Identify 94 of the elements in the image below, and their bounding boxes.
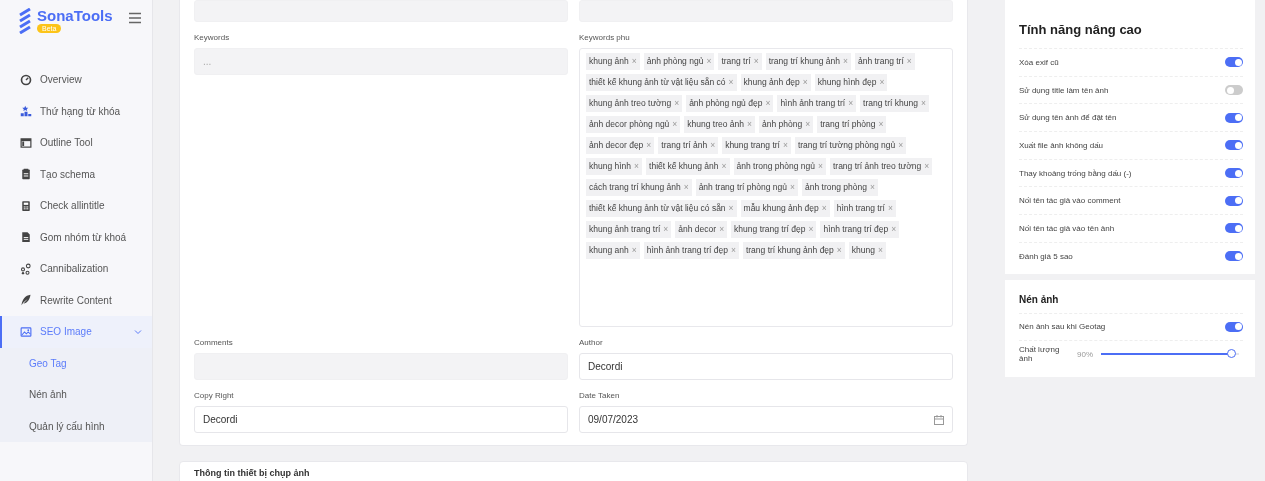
toggle-switch[interactable] <box>1225 195 1243 206</box>
window-icon <box>20 136 32 149</box>
keyword-tag[interactable]: khung trang trí × <box>722 137 791 154</box>
nav-item[interactable]: Overview <box>0 64 152 96</box>
keyword-tag[interactable]: khung trang trí đẹp × <box>731 221 817 238</box>
field-label: Author <box>579 338 604 348</box>
keyword-tag[interactable]: hình ảnh trang trí đẹp × <box>643 242 739 259</box>
nav-item[interactable]: Cannibalization <box>0 253 152 285</box>
field-label: Comments <box>194 338 234 348</box>
nodes-icon <box>20 262 32 275</box>
keyword-tag[interactable]: trang trí ảnh treo tường × <box>829 158 933 175</box>
calculator-icon <box>20 199 32 212</box>
nav-item[interactable]: Outline Tool <box>0 127 152 159</box>
keyword-tag[interactable]: ảnh phòng ngủ đẹp × <box>686 95 774 112</box>
toggle-switch[interactable] <box>1225 140 1243 151</box>
keyword-tag[interactable]: thiết kế khung ảnh × <box>646 158 730 175</box>
keyword-tag[interactable]: thiết kế khung ảnh từ vật liệu có sẵn × <box>586 200 737 217</box>
nav-item[interactable]: Gom nhóm từ khoá <box>0 221 152 253</box>
panel-title: Nén ảnh <box>1019 279 1243 314</box>
keyword-tag[interactable]: khung ảnh trang trí × <box>586 221 672 238</box>
keyword-tag[interactable]: khung treo ảnh × <box>684 116 755 133</box>
toggle-switch[interactable] <box>1225 57 1243 68</box>
setting-label: Sử dụng title làm tên ảnh <box>1019 85 1109 95</box>
toggle-switch[interactable] <box>1225 168 1243 179</box>
keyword-tag[interactable]: ảnh phòng ngủ × <box>643 53 715 70</box>
keyword-tag[interactable]: ảnh decor phòng ngủ × <box>586 116 681 133</box>
keyword-tag[interactable]: hình trang trí đẹp × <box>820 221 900 238</box>
toggle-switch[interactable] <box>1225 112 1243 123</box>
keyword-tag[interactable]: ảnh decor đẹp × <box>586 137 655 154</box>
gauge-icon <box>20 73 32 86</box>
nav-subitem[interactable]: Quản lý cấu hình <box>0 410 152 442</box>
keyword-tag[interactable]: khung hình đẹp × <box>814 74 888 91</box>
keyword-tag[interactable]: ảnh trong phòng × <box>802 179 878 196</box>
podium-icon <box>20 105 32 118</box>
nav-item[interactable]: Tạo schema <box>0 158 152 190</box>
keyword-tag[interactable]: khung hình × <box>586 158 643 175</box>
keyword-tag[interactable]: trang trí tường phòng ngủ × <box>794 137 907 154</box>
keyword-tag[interactable]: khung × <box>848 242 886 259</box>
keyword-tag[interactable]: ảnh trong phòng ngủ × <box>733 158 826 175</box>
setting-label: Nối tên tác giả vào tên ảnh <box>1019 223 1115 233</box>
field-label: Keywords phu <box>579 33 631 43</box>
setting-label: Đánh giá 5 sao <box>1019 251 1073 261</box>
toggle-switch[interactable] <box>1225 321 1243 332</box>
keyword-tag[interactable]: trang trí khung ảnh × <box>765 53 851 70</box>
setting-label: Xuất file ảnh không dấu <box>1019 140 1104 150</box>
field-label: Keywords <box>194 33 231 43</box>
copyright-field[interactable]: Decordi <box>194 406 568 433</box>
keyword-tag[interactable]: trang trí phòng × <box>817 116 887 133</box>
keyword-tag[interactable]: thiết kế khung ảnh từ vật liệu sẵn có × <box>586 74 737 91</box>
keyword-tag[interactable]: ảnh decor × <box>675 221 728 238</box>
feather-icon <box>20 294 32 307</box>
menu-icon[interactable] <box>128 12 142 24</box>
author-field[interactable]: Decordi <box>579 353 953 380</box>
toggle-switch[interactable] <box>1225 223 1243 234</box>
field-label: Date Taken <box>579 391 621 401</box>
toggle-switch[interactable] <box>1225 85 1243 96</box>
chevron-icon <box>134 327 142 336</box>
clipboard-icon <box>20 168 32 181</box>
keyword-tag[interactable]: khung ảnh × <box>586 53 640 70</box>
keyword-tag[interactable]: khung ảnh treo tường × <box>586 95 683 112</box>
setting-label: Nén ảnh sau khi Geotag <box>1019 322 1106 332</box>
date-field[interactable]: 09/07/2023 <box>579 406 953 433</box>
setting-label: Sử dụng tên ảnh để đặt tên <box>1019 113 1117 123</box>
logo-icon <box>17 8 33 34</box>
setting-label: Thay khoảng trống bằng dấu (-) <box>1019 168 1132 178</box>
field-label: Copy Right <box>194 391 235 401</box>
keyword-tag[interactable]: hình trang trí × <box>833 200 896 217</box>
keyword-tag[interactable]: cách trang trí khung ảnh × <box>586 179 692 196</box>
keyword-tag[interactable]: trang trí khung × <box>860 95 929 112</box>
nav-subitem[interactable]: Nén ảnh <box>0 379 152 411</box>
nav-item[interactable]: Thứ hạng từ khóa <box>0 95 152 127</box>
brand-name: SonaTools <box>37 8 113 24</box>
keyword-tag[interactable]: ảnh trang trí phòng ngủ × <box>695 179 798 196</box>
keyword-tag[interactable]: trang trí khung ảnh đẹp × <box>742 242 845 259</box>
section-title: Thông tin thiết bị chụp ảnh <box>194 468 311 478</box>
keyword-tag[interactable]: khung ảnh đẹp × <box>740 74 811 91</box>
slider-label: Chất lượng ảnh <box>1019 345 1061 364</box>
slider-reading: 90% <box>1077 349 1093 359</box>
keyword-tag[interactable]: hình ảnh trang trí × <box>777 95 857 112</box>
setting-label: Xóa exif cũ <box>1019 57 1059 67</box>
keyword-tag[interactable]: trang trí × <box>718 53 762 70</box>
keyword-tag[interactable]: mẫu khung ảnh đẹp × <box>740 200 830 217</box>
keyword-tag[interactable]: ảnh phòng × <box>759 116 814 133</box>
image-icon <box>20 325 32 338</box>
keyword-tag[interactable]: trang trí ảnh × <box>658 137 719 154</box>
document-icon <box>20 231 32 244</box>
calendar-icon <box>934 414 944 425</box>
nav-item[interactable]: Rewrite Content <box>0 284 152 316</box>
setting-label: Nối tên tác giả vào comment <box>1019 196 1121 206</box>
panel-title: Tính năng nâng cao <box>1019 0 1243 49</box>
toggle-switch[interactable] <box>1225 251 1243 262</box>
keyword-tag[interactable]: khung anh × <box>586 242 640 259</box>
keyword-tag[interactable]: ảnh trang trí × <box>854 53 915 70</box>
nav-item[interactable]: Check allintitle <box>0 190 152 222</box>
